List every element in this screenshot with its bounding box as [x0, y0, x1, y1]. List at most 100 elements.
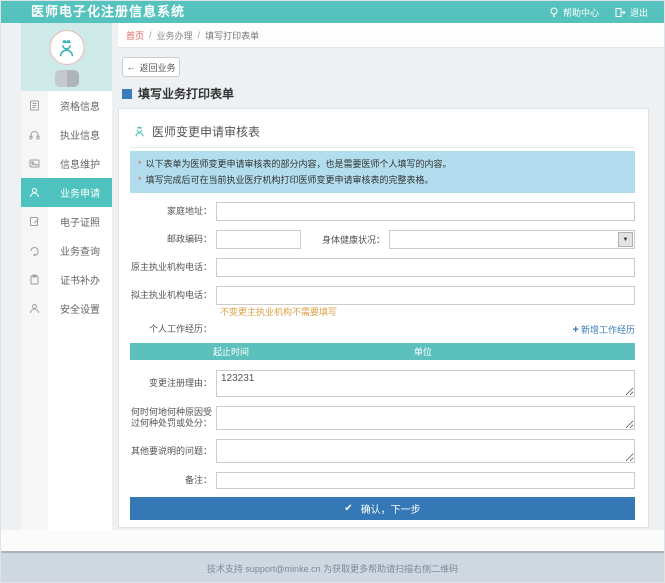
doctor-form-icon — [133, 125, 146, 138]
work-history-label: 个人工作经历： — [130, 324, 216, 335]
back-to-business-button[interactable]: ← 返回业务 — [122, 57, 180, 77]
sidebar-item-security-settings[interactable]: 安全设置 — [21, 294, 112, 323]
clipboard-icon — [21, 265, 48, 294]
health-status-select[interactable]: ▼ — [389, 230, 635, 249]
new-org-phone-label: 拟主执业机构电话： — [130, 290, 216, 301]
application-form: 家庭地址： 邮政编码： 身体健康状况： ▼ 原主执业机构电话： 拟主执业机构电话… — [130, 202, 635, 520]
section-title-text: 填写业务打印表单 — [138, 85, 234, 102]
back-button-label: 返回业务 — [139, 61, 175, 74]
app-title: 医师电子化注册信息系统 — [31, 1, 185, 23]
form-row-home-address: 家庭地址： — [130, 202, 635, 221]
user-icon — [21, 178, 48, 207]
sidebar-item-info-maintenance[interactable]: 信息维护 — [21, 149, 112, 178]
form-row-remarks: 备注： — [130, 472, 635, 489]
note-marker: * — [138, 172, 142, 188]
lightbulb-icon — [549, 7, 559, 18]
other-issues-label: 其他要说明的问题： — [130, 446, 216, 457]
note-text: 以下表单为医师变更申请审核表的部分内容，也是需要医师个人填写的内容。 — [146, 156, 452, 172]
home-address-input[interactable] — [216, 202, 635, 221]
sidebar-item-label: 安全设置 — [48, 301, 112, 316]
logout-icon — [615, 7, 626, 18]
sidebar-menu: 资格信息 执业信息 信息维护 业务申请 电子证照 业务查询 — [21, 91, 112, 323]
punishment-label: 何时何地何种原因受过何种处罚或处分： — [130, 407, 216, 429]
sidebar-item-label: 电子证照 — [48, 214, 112, 229]
sidebar-item-label: 业务申请 — [48, 185, 112, 200]
page-section-title: 填写业务打印表单 — [122, 85, 234, 102]
form-title: 医师变更申请审核表 — [152, 123, 260, 140]
form-row-punishment: 何时何地何种原因受过何种处罚或处分： — [130, 406, 635, 430]
user-lock-icon — [21, 294, 48, 323]
column-header-unit: 单位 — [332, 345, 514, 358]
sidebar-item-label: 资格信息 — [48, 98, 112, 113]
home-address-label: 家庭地址： — [130, 206, 216, 217]
form-card: 医师变更申请审核表 * 以下表单为医师变更申请审核表的部分内容，也是需要医师个人… — [118, 108, 649, 528]
sidebar-item-practice-info[interactable]: 执业信息 — [21, 120, 112, 149]
info-note-box: * 以下表单为医师变更申请审核表的部分内容，也是需要医师个人填写的内容。 * 填… — [130, 151, 635, 193]
new-org-phone-hint: 不变更主执业机构不需要填写 — [220, 305, 635, 318]
sidebar-item-business-application[interactable]: 业务申请 — [21, 178, 112, 207]
note-text: 填写完成后可在当前执业医疗机构打印医师变更申请审核表的完整表格。 — [146, 172, 434, 188]
top-header-bar: 医师电子化注册信息系统 帮助中心 退出 — [1, 1, 664, 23]
form-row-new-org-phone: 拟主执业机构电话： — [130, 286, 635, 305]
breadcrumb-business[interactable]: 业务办理 — [157, 29, 193, 42]
doctor-avatar — [49, 30, 84, 65]
other-issues-textarea[interactable] — [216, 439, 635, 463]
sidebar-item-business-query[interactable]: 业务查询 — [21, 236, 112, 265]
breadcrumb-separator: / — [149, 30, 152, 40]
remarks-input[interactable] — [216, 472, 635, 489]
footer-support-text: 技术支持 support@minke.cn 为获取更多帮助请扫描右侧二维码 — [207, 562, 458, 575]
confirm-next-label: 确认，下一步 — [361, 501, 421, 516]
postal-code-input[interactable] — [216, 230, 301, 249]
document-edit-icon — [21, 207, 48, 236]
health-status-label: 身体健康状况： — [301, 233, 389, 246]
help-center-link[interactable]: 帮助中心 — [549, 6, 599, 19]
app-window: 医师电子化注册信息系统 帮助中心 退出 — [0, 0, 665, 583]
work-history-table-header: 起止时间 单位 — [130, 343, 635, 360]
breadcrumb-current: 填写打印表单 — [205, 29, 259, 42]
confirm-next-button[interactable]: ✔ 确认，下一步 — [130, 497, 635, 520]
remarks-label: 备注： — [130, 475, 216, 486]
change-reason-label: 变更注册理由： — [130, 378, 216, 389]
back-arrow-icon: ← — [126, 62, 135, 72]
breadcrumb-home[interactable]: 首页 — [126, 29, 144, 42]
form-row-postal-health: 邮政编码： 身体健康状况： ▼ — [130, 230, 635, 249]
header-actions: 帮助中心 退出 — [549, 1, 648, 23]
punishment-textarea[interactable] — [216, 406, 635, 430]
add-work-history-label: 新增工作经历 — [581, 323, 635, 336]
checkmark-icon: ✔ — [344, 503, 352, 514]
help-center-label: 帮助中心 — [563, 6, 599, 19]
headset-icon — [21, 120, 48, 149]
blue-square-marker — [122, 89, 132, 99]
sidebar: 资格信息 执业信息 信息维护 业务申请 电子证照 业务查询 — [21, 23, 112, 546]
form-card-header: 医师变更申请审核表 — [130, 121, 635, 148]
note-line: * 填写完成后可在当前执业医疗机构打印医师变更申请审核表的完整表格。 — [138, 172, 627, 188]
document-icon — [21, 91, 48, 120]
sidebar-item-label: 信息维护 — [48, 156, 112, 171]
form-row-other-issues: 其他要说明的问题： — [130, 439, 635, 463]
user-avatar-panel — [21, 23, 112, 91]
sidebar-item-e-license[interactable]: 电子证照 — [21, 207, 112, 236]
select-dropdown-arrow-icon[interactable]: ▼ — [618, 232, 633, 247]
footer-bar: 技术支持 support@minke.cn 为获取更多帮助请扫描右侧二维码 — [1, 551, 664, 583]
change-reason-textarea[interactable]: 123231 — [216, 370, 635, 397]
sidebar-item-certificate-reissue[interactable]: 证书补办 — [21, 265, 112, 294]
column-header-period: 起止时间 — [130, 345, 332, 358]
sidebar-item-qualification-info[interactable]: 资格信息 — [21, 91, 112, 120]
avatar-photo-placeholder — [55, 70, 79, 87]
sidebar-item-label: 业务查询 — [48, 243, 112, 258]
orig-org-phone-input[interactable] — [216, 258, 635, 277]
form-row-orig-org-phone: 原主执业机构电话： — [130, 258, 635, 277]
sidebar-item-label: 执业信息 — [48, 127, 112, 142]
orig-org-phone-label: 原主执业机构电话： — [130, 262, 216, 273]
note-line: * 以下表单为医师变更申请审核表的部分内容，也是需要医师个人填写的内容。 — [138, 156, 627, 172]
logout-link[interactable]: 退出 — [615, 6, 648, 19]
breadcrumb: 首页 / 业务办理 / 填写打印表单 — [118, 23, 664, 48]
form-row-work-history: 个人工作经历： + 新增工作经历 — [130, 323, 635, 336]
add-work-history-link[interactable]: + 新增工作经历 — [573, 323, 635, 336]
plus-icon: + — [573, 324, 579, 336]
breadcrumb-separator: / — [198, 30, 201, 40]
note-marker: * — [138, 156, 142, 172]
new-org-phone-input[interactable] — [216, 286, 635, 305]
form-row-change-reason: 变更注册理由： 123231 — [130, 370, 635, 397]
logout-label: 退出 — [630, 6, 648, 19]
